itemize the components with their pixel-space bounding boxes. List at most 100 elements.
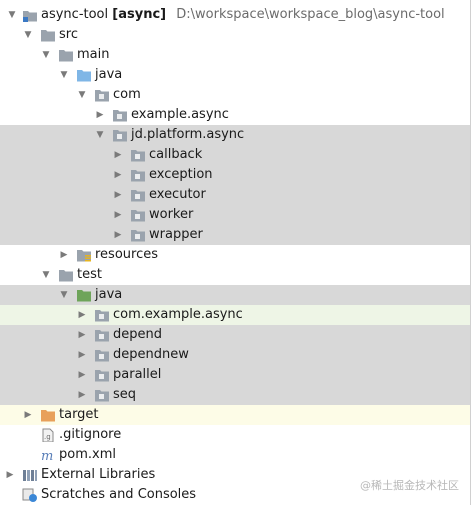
tree-item-label: example.async bbox=[131, 107, 229, 122]
tree-item-label: depend bbox=[113, 327, 162, 342]
chevron-right-icon[interactable]: ▶ bbox=[112, 145, 124, 165]
tree-item-label: test bbox=[77, 267, 102, 282]
chevron-down-icon[interactable]: ▼ bbox=[6, 5, 18, 25]
package-icon bbox=[130, 228, 146, 242]
tree-item-exception[interactable]: ▶ exception bbox=[0, 165, 470, 185]
tree-item-test[interactable]: ▼ test bbox=[0, 265, 470, 285]
package-icon bbox=[94, 348, 110, 362]
libraries-icon bbox=[22, 468, 38, 482]
package-icon bbox=[94, 328, 110, 342]
module-path: D:\workspace\workspace_blog\async-tool bbox=[176, 7, 445, 22]
package-icon bbox=[112, 108, 128, 122]
chevron-down-icon[interactable]: ▼ bbox=[94, 125, 106, 145]
chevron-right-icon[interactable]: ▶ bbox=[4, 465, 16, 485]
tree-item-com[interactable]: ▼ com bbox=[0, 85, 470, 105]
chevron-right-icon[interactable]: ▶ bbox=[22, 405, 34, 425]
tree-item-label: target bbox=[59, 407, 99, 422]
folder-icon bbox=[40, 28, 56, 42]
chevron-right-icon[interactable]: ▶ bbox=[76, 325, 88, 345]
svg-text:.g: .g bbox=[44, 433, 51, 441]
source-root-icon bbox=[76, 68, 92, 82]
chevron-right-icon[interactable]: ▶ bbox=[76, 305, 88, 325]
tree-item-main-java[interactable]: ▼ java bbox=[0, 65, 470, 85]
chevron-down-icon[interactable]: ▼ bbox=[58, 65, 70, 85]
tree-item-worker[interactable]: ▶ worker bbox=[0, 205, 470, 225]
svg-text:m: m bbox=[41, 449, 53, 462]
maven-icon: m bbox=[40, 448, 56, 464]
package-icon bbox=[130, 148, 146, 162]
watermark: @稀土掘金技术社区 bbox=[360, 479, 459, 492]
test-root-icon bbox=[76, 288, 92, 302]
tree-item-executor[interactable]: ▶ executor bbox=[0, 185, 470, 205]
package-icon bbox=[94, 368, 110, 382]
tree-item-label: main bbox=[77, 47, 110, 62]
module-tag: [async] bbox=[112, 7, 167, 22]
folder-icon bbox=[58, 268, 74, 282]
chevron-right-icon[interactable]: ▶ bbox=[58, 245, 70, 265]
chevron-down-icon[interactable]: ▼ bbox=[22, 25, 34, 45]
tree-item-pom[interactable]: m pom.xml bbox=[0, 445, 470, 465]
tree-item-label: parallel bbox=[113, 367, 162, 382]
chevron-right-icon[interactable]: ▶ bbox=[112, 185, 124, 205]
tree-item-label: exception bbox=[149, 167, 213, 182]
tree-item-depend[interactable]: ▶ depend bbox=[0, 325, 470, 345]
package-icon bbox=[94, 88, 110, 102]
tree-item-parallel[interactable]: ▶ parallel bbox=[0, 365, 470, 385]
folder-icon bbox=[58, 48, 74, 62]
tree-item-label: pom.xml bbox=[59, 447, 116, 462]
tree-item-callback[interactable]: ▶ callback bbox=[0, 145, 470, 165]
gitignore-file-icon: .g bbox=[40, 428, 56, 443]
excluded-folder-icon bbox=[40, 408, 56, 422]
tree-item-test-java[interactable]: ▼ java bbox=[0, 285, 470, 305]
tree-item-seq[interactable]: ▶ seq bbox=[0, 385, 470, 405]
project-tree: ▼ async-tool [async] D:\workspace\worksp… bbox=[0, 0, 471, 505]
tree-item-label: .gitignore bbox=[59, 427, 122, 442]
package-icon bbox=[130, 208, 146, 222]
tree-item-label: executor bbox=[149, 187, 206, 202]
tree-item-label: seq bbox=[113, 387, 137, 402]
tree-item-target[interactable]: ▶ target bbox=[0, 405, 470, 425]
tree-item-example-async[interactable]: ▶ example.async bbox=[0, 105, 470, 125]
tree-item-src[interactable]: ▼ src bbox=[0, 25, 470, 45]
tree-item-label: Scratches and Consoles bbox=[41, 487, 197, 502]
package-icon bbox=[112, 128, 128, 142]
chevron-right-icon[interactable]: ▶ bbox=[112, 225, 124, 245]
tree-item-label: com bbox=[113, 87, 141, 102]
package-icon bbox=[94, 308, 110, 322]
chevron-right-icon[interactable]: ▶ bbox=[76, 345, 88, 365]
module-name: async-tool bbox=[41, 7, 109, 22]
chevron-right-icon[interactable]: ▶ bbox=[112, 165, 124, 185]
tree-item-jd-platform-async[interactable]: ▼ jd.platform.async bbox=[0, 125, 470, 145]
tree-item-com-example-async[interactable]: ▶ com.example.async bbox=[0, 305, 470, 325]
chevron-right-icon[interactable]: ▶ bbox=[112, 205, 124, 225]
module-icon bbox=[22, 8, 38, 22]
tree-item-resources[interactable]: ▶ resources bbox=[0, 245, 470, 265]
chevron-down-icon[interactable]: ▼ bbox=[58, 285, 70, 305]
tree-item-label: com.example.async bbox=[113, 307, 243, 322]
tree-item-label: worker bbox=[149, 207, 194, 222]
chevron-down-icon[interactable]: ▼ bbox=[40, 45, 52, 65]
tree-item-label: src bbox=[59, 27, 78, 42]
tree-item-gitignore[interactable]: .g .gitignore bbox=[0, 425, 470, 445]
package-icon bbox=[130, 188, 146, 202]
tree-item-label: External Libraries bbox=[41, 467, 156, 482]
package-icon bbox=[130, 168, 146, 182]
resources-folder-icon bbox=[76, 248, 92, 262]
tree-item-label: java bbox=[95, 67, 123, 82]
tree-item-label: wrapper bbox=[149, 227, 203, 242]
tree-item-label: java bbox=[95, 287, 123, 302]
chevron-down-icon[interactable]: ▼ bbox=[76, 85, 88, 105]
package-icon bbox=[94, 388, 110, 402]
tree-item-main[interactable]: ▼ main bbox=[0, 45, 470, 65]
tree-item-label: dependnew bbox=[113, 347, 189, 362]
tree-item-label: callback bbox=[149, 147, 203, 162]
tree-item-async-tool[interactable]: ▼ async-tool [async] D:\workspace\worksp… bbox=[0, 5, 470, 25]
chevron-right-icon[interactable]: ▶ bbox=[76, 385, 88, 405]
chevron-right-icon[interactable]: ▶ bbox=[94, 105, 106, 125]
chevron-right-icon[interactable]: ▶ bbox=[76, 365, 88, 385]
tree-item-dependnew[interactable]: ▶ dependnew bbox=[0, 345, 470, 365]
tree-item-label: jd.platform.async bbox=[131, 127, 245, 142]
tree-item-label: resources bbox=[95, 247, 159, 262]
chevron-down-icon[interactable]: ▼ bbox=[40, 265, 52, 285]
tree-item-wrapper[interactable]: ▶ wrapper bbox=[0, 225, 470, 245]
